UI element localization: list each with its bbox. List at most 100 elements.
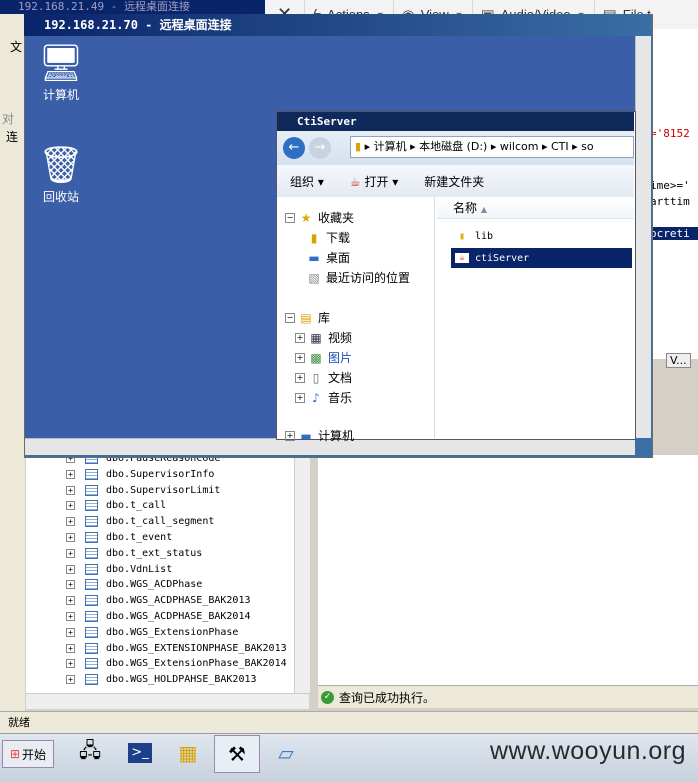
tree-vertical-scrollbar[interactable]: [294, 455, 310, 693]
tree-table-row[interactable]: + dbo.WGS_ACDPHASE_BAK2013: [66, 593, 251, 608]
taskbar-powershell[interactable]: >_: [118, 735, 162, 771]
ssms-left-strip: 文 连 对: [0, 14, 25, 714]
query-fragment: ime>=': [650, 179, 690, 192]
expand-icon: +: [66, 469, 75, 479]
table-name: dbo.WGS_ExtensionPhase: [106, 626, 239, 638]
tree-table-row[interactable]: + dbo.t_call_segment: [66, 514, 214, 529]
query-fragment: ='8152: [650, 127, 690, 140]
tree-table-row[interactable]: + dbo.SupervisorInfo: [66, 467, 214, 482]
success-icon: ✓: [321, 690, 334, 704]
object-explorer-fragment: 对: [2, 112, 15, 126]
nav-favorites[interactable]: − ★ 收藏夹: [285, 209, 354, 226]
nav-label: 文档: [328, 371, 353, 385]
nav-libraries[interactable]: − ▤ 库: [285, 309, 330, 326]
folder-icon: ▮: [355, 140, 362, 153]
back-button[interactable]: ←: [283, 137, 305, 159]
collapse-icon: −: [285, 312, 295, 323]
nav-desktop[interactable]: ▬ 桌面: [307, 249, 350, 266]
taskbar-sql-management[interactable]: ⚒: [214, 735, 260, 773]
table-icon: [85, 563, 98, 575]
expand-icon: +: [66, 675, 75, 685]
database-tools-icon: ⚒: [228, 742, 246, 766]
nav-label: 视频: [328, 331, 353, 345]
explorer-title[interactable]: CtiServer: [277, 112, 634, 131]
desktop-icon-computer[interactable]: 🖥 计算机: [26, 42, 96, 103]
nav-recent[interactable]: ▧ 最近访问的位置: [307, 269, 410, 286]
expand-icon: +: [66, 485, 75, 495]
nav-documents[interactable]: + ▯ 文档: [295, 369, 352, 386]
address-path[interactable]: ▮ ▸ 计算机 ▸ 本地磁盘 (D:) ▸ wilcom ▸ CTI ▸ so: [350, 136, 634, 158]
tree-table-row[interactable]: + dbo.WGS_ACDPhase: [66, 577, 202, 592]
nav-videos[interactable]: + ▦ 视频: [295, 329, 352, 346]
expand-icon: +: [295, 332, 305, 343]
tree-table-row[interactable]: + dbo.WGS_ExtensionPhase_BAK2014: [66, 656, 287, 671]
folder-icon: ▦: [178, 741, 198, 765]
new-folder-button[interactable]: 新建文件夹: [411, 173, 497, 190]
results-pane: [318, 455, 698, 685]
rdp-window-title[interactable]: 192.168.21.70 - 远程桌面连接: [24, 14, 651, 36]
query-fragment-selected: ocreti: [650, 227, 698, 240]
watermark: www.wooyun.org: [490, 737, 686, 765]
rdp-vertical-scrollbar[interactable]: [635, 36, 651, 438]
nav-label: 库: [318, 311, 331, 325]
tree-table-row[interactable]: + dbo.WGS_ACDPHASE_BAK2014: [66, 609, 251, 624]
file-name: ctiServer: [475, 252, 530, 264]
table-icon: [85, 642, 98, 654]
start-button[interactable]: ⊞ 开始: [2, 740, 54, 768]
back-arrow-icon: ←: [288, 140, 300, 155]
nav-label: 最近访问的位置: [326, 271, 411, 285]
expand-icon: +: [66, 596, 75, 606]
recycle-bin-icon: 🗑: [38, 145, 84, 186]
expand-icon: +: [66, 659, 75, 669]
tree-table-row[interactable]: + dbo.WGS_ExtensionPhase: [66, 625, 238, 640]
table-icon: [85, 547, 98, 559]
tree-table-row[interactable]: + dbo.VdnList: [66, 562, 172, 577]
object-explorer-tree[interactable]: + dbo.PauseReasonCode + dbo.SupervisorInfo +…: [26, 453, 295, 693]
open-button[interactable]: ☕ 打开 ▾: [337, 173, 411, 190]
nav-music[interactable]: + ♪ 音乐: [295, 389, 352, 406]
tree-horizontal-scrollbar[interactable]: [26, 693, 309, 709]
tree-table-row[interactable]: + dbo.SupervisorLimit: [66, 483, 220, 498]
powershell-icon: >_: [128, 743, 152, 763]
tree-table-row[interactable]: + dbo.WGS_HOLDPAHSE_BAK2013: [66, 672, 257, 687]
navigation-pane[interactable]: − ★ 收藏夹 ▮ 下载 ▬ 桌面 ▧ 最近访问的位置 − ▤ 库 + ▦ 视频 + ▩ 图片 + ▯ 文…: [277, 197, 435, 443]
results-tab[interactable]: V...: [666, 353, 691, 368]
table-icon: [85, 516, 98, 528]
table-icon: [85, 674, 98, 686]
status-bar: 就绪: [0, 711, 698, 733]
organize-button[interactable]: 组织 ▾: [277, 173, 337, 190]
java-icon: ☕: [349, 174, 361, 189]
notepad-icon: ▱: [278, 741, 294, 765]
desktop-icon-label: 回收站: [42, 190, 79, 204]
desktop-icon: ▬: [308, 250, 320, 265]
tree-table-row[interactable]: + dbo.t_ext_status: [66, 546, 202, 561]
taskbar-notepad[interactable]: ▱: [264, 735, 308, 771]
sort-up-icon: ▲: [480, 205, 487, 214]
file-row-lib[interactable]: ▮ lib: [451, 226, 632, 246]
expand-icon: +: [66, 580, 75, 590]
menu-fragment[interactable]: 文: [10, 38, 22, 55]
tree-table-row[interactable]: + dbo.WGS_EXTENSIONPHASE_BAK2013: [66, 641, 287, 656]
taskbar-server-manager[interactable]: 🖧: [68, 735, 112, 771]
downloads-icon: ▮: [310, 230, 318, 245]
forward-button[interactable]: →: [309, 137, 331, 159]
connect-fragment[interactable]: 连: [6, 128, 18, 145]
desktop-icon-label: 计算机: [42, 88, 79, 102]
expand-icon: +: [66, 533, 75, 542]
nav-downloads[interactable]: ▮ 下载: [307, 229, 350, 246]
outer-window-title: 192.168.21.49 - 远程桌面连接: [0, 0, 265, 14]
taskbar-explorer[interactable]: ▦: [166, 735, 210, 771]
pictures-icon: ▩: [310, 350, 322, 365]
table-name: dbo.SupervisorInfo: [106, 468, 215, 480]
file-row-ctiserver[interactable]: ☕ ctiServer: [451, 248, 632, 268]
nav-pictures[interactable]: + ▩ 图片: [295, 349, 352, 366]
tree-table-row[interactable]: + dbo.t_call: [66, 498, 166, 513]
address-text: ▸ 计算机 ▸ 本地磁盘 (D:) ▸ wilcom ▸ CTI ▸ so: [364, 140, 594, 153]
nav-computer[interactable]: + ▬ 计算机: [285, 427, 354, 444]
tree-table-row[interactable]: + dbo.t_event: [66, 530, 172, 545]
column-header-name[interactable]: 名称 ▲: [437, 197, 634, 219]
desktop-icon-recycle-bin[interactable]: 🗑 回收站: [26, 144, 96, 205]
nav-label: 收藏夹: [318, 211, 355, 225]
table-name: dbo.WGS_ACDPhase: [106, 579, 203, 591]
nav-label: 桌面: [326, 251, 351, 265]
